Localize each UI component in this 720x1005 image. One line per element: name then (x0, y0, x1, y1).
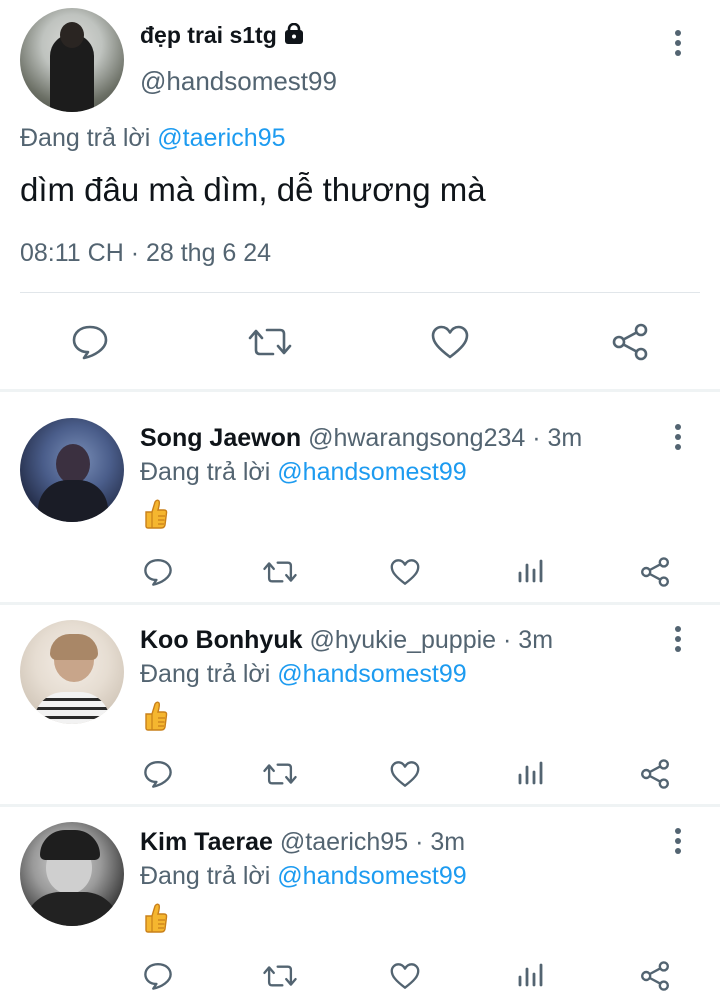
share-button[interactable] (606, 320, 654, 364)
replying-to-label: Đang trả lời (20, 124, 151, 152)
reply-tweet[interactable]: Koo Bonhyuk @hyukie_puppie · 3m Đang trả… (0, 604, 720, 804)
replying-to-label: Đang trả lời (140, 458, 271, 486)
reply-tweet[interactable]: Kim Taerae @taerich95 · 3m Đang trả lời … (0, 806, 720, 1005)
replying-to-label: Đang trả lời (140, 862, 271, 890)
replying-to: Đang trả lời @taerich95 (20, 124, 286, 153)
heart-icon (390, 761, 420, 787)
more-options-icon[interactable] (674, 626, 682, 656)
lock-icon (283, 22, 305, 51)
share-button[interactable] (635, 554, 675, 590)
display-name[interactable]: Koo Bonhyuk (140, 626, 303, 654)
heart-icon (431, 325, 469, 359)
reply-icon (144, 760, 172, 788)
retweet-icon (263, 965, 297, 987)
mention-link[interactable]: @taerich95 (157, 124, 285, 152)
tweet-timestamp[interactable]: 08:11 CH · 28 thg 6 24 (20, 239, 271, 268)
retweet-icon (263, 561, 297, 583)
mention-link[interactable]: @handsomest99 (277, 862, 466, 890)
retweet-button[interactable] (246, 320, 294, 364)
reply-icon (144, 558, 172, 586)
retweet-button[interactable] (260, 554, 300, 590)
thumbs-up-icon (142, 902, 168, 939)
reply-button[interactable] (138, 756, 178, 792)
handle[interactable]: @hyukie_puppie (309, 626, 496, 654)
analytics-icon (518, 963, 543, 987)
avatar[interactable] (20, 418, 124, 522)
views-button[interactable] (511, 756, 551, 792)
reply-icon (144, 962, 172, 990)
share-icon (641, 961, 669, 991)
reply-header: Koo Bonhyuk @hyukie_puppie · 3m (140, 626, 553, 655)
like-button[interactable] (385, 756, 425, 792)
like-button[interactable] (426, 320, 474, 364)
more-options-icon[interactable] (674, 828, 682, 858)
reply-button[interactable] (138, 554, 178, 590)
display-name-text: đẹp trai s1tg (140, 22, 277, 48)
mention-link[interactable]: @handsomest99 (277, 458, 466, 486)
reply-actions (0, 756, 720, 796)
avatar[interactable] (20, 8, 124, 112)
reply-actions (0, 554, 720, 594)
display-name[interactable]: Kim Taerae (140, 828, 273, 856)
views-button[interactable] (511, 554, 551, 590)
analytics-icon (518, 559, 543, 583)
handle[interactable]: @hwarangsong234 (308, 424, 525, 452)
avatar[interactable] (20, 620, 124, 724)
display-name[interactable]: đẹp trai s1tg (140, 22, 305, 51)
tweet-text: dìm đâu mà dìm, dễ thương mà (20, 171, 486, 208)
reply-icon (72, 325, 108, 360)
reply-header: Song Jaewon @hwarangsong234 · 3m (140, 424, 582, 453)
reply-button[interactable] (138, 958, 178, 994)
reply-time[interactable]: · 3m (415, 828, 465, 856)
thumbs-up-icon (142, 700, 168, 737)
more-options-icon[interactable] (674, 424, 682, 454)
share-button[interactable] (635, 958, 675, 994)
avatar[interactable] (20, 822, 124, 926)
share-icon (641, 557, 669, 587)
reply-button[interactable] (66, 320, 114, 364)
retweet-button[interactable] (260, 756, 300, 792)
retweet-icon (263, 763, 297, 785)
replying-to: Đang trả lời @handsomest99 (140, 660, 467, 689)
display-name[interactable]: Song Jaewon (140, 424, 301, 452)
avatar-head (60, 22, 84, 48)
divider (0, 389, 720, 392)
reply-header: Kim Taerae @taerich95 · 3m (140, 828, 465, 857)
views-button[interactable] (511, 958, 551, 994)
reply-time[interactable]: · 3m (503, 626, 553, 654)
main-tweet: đẹp trai s1tg @handsomest99 Đang trả lời… (0, 0, 720, 390)
handle[interactable]: @handsomest99 (140, 66, 337, 97)
heart-icon (390, 963, 420, 989)
reply-tweet[interactable]: Song Jaewon @hwarangsong234 · 3m Đang tr… (0, 402, 720, 602)
thumbs-up-icon (142, 498, 168, 535)
mention-link[interactable]: @handsomest99 (277, 660, 466, 688)
retweet-icon (248, 328, 292, 356)
share-button[interactable] (635, 756, 675, 792)
replying-to: Đang trả lời @handsomest99 (140, 458, 467, 487)
share-icon (612, 323, 648, 361)
share-icon (641, 759, 669, 789)
heart-icon (390, 559, 420, 585)
analytics-icon (518, 761, 543, 785)
handle[interactable]: @taerich95 (280, 828, 408, 856)
more-options-icon[interactable] (674, 30, 682, 60)
reply-time[interactable]: · 3m (532, 424, 582, 452)
retweet-button[interactable] (260, 958, 300, 994)
reply-actions (0, 958, 720, 998)
like-button[interactable] (385, 554, 425, 590)
like-button[interactable] (385, 958, 425, 994)
divider (20, 292, 700, 293)
replying-to: Đang trả lời @handsomest99 (140, 862, 467, 891)
replying-to-label: Đang trả lời (140, 660, 271, 688)
